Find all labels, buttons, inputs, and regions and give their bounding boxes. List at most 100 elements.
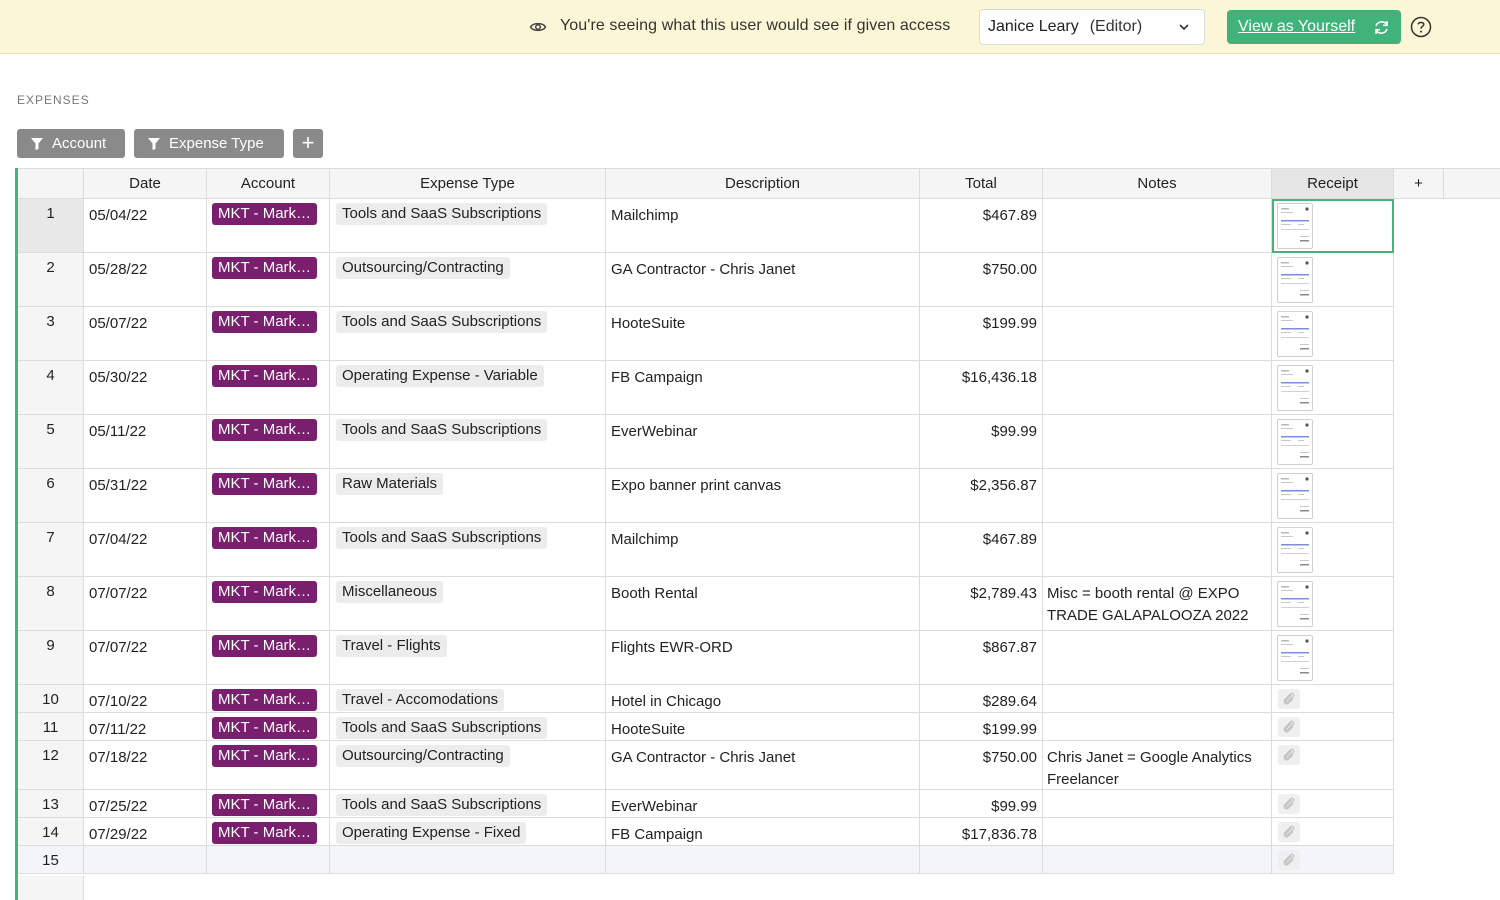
cell-account[interactable]: MKT - Mark…: [207, 199, 330, 253]
cell-expense-type[interactable]: [330, 846, 606, 874]
cell-total[interactable]: $99.99: [920, 790, 1043, 818]
help-icon[interactable]: [1410, 16, 1432, 38]
cell-notes[interactable]: [1043, 631, 1272, 685]
cell-notes[interactable]: [1043, 253, 1272, 307]
cell-date[interactable]: 05/30/22: [84, 361, 207, 415]
cell-receipt[interactable]: [1272, 415, 1394, 469]
cell-date[interactable]: 05/04/22: [84, 199, 207, 253]
cell-date[interactable]: 05/07/22: [84, 307, 207, 361]
cell-total[interactable]: [920, 846, 1043, 874]
paperclip-icon[interactable]: [1278, 794, 1300, 814]
cell-notes[interactable]: [1043, 199, 1272, 253]
cell-description[interactable]: Booth Rental: [606, 577, 920, 631]
cell-total[interactable]: $17,836.78: [920, 818, 1043, 846]
cell-total[interactable]: $750.00: [920, 741, 1043, 790]
cell-total[interactable]: $2,789.43: [920, 577, 1043, 631]
receipt-thumbnail[interactable]: [1277, 419, 1313, 465]
cell-account[interactable]: MKT - Mark…: [207, 307, 330, 361]
cell-receipt[interactable]: [1272, 199, 1394, 253]
cell-account[interactable]: MKT - Mark…: [207, 253, 330, 307]
cell-notes[interactable]: [1043, 846, 1272, 874]
table-row[interactable]: 6 05/31/22 MKT - Mark… Raw Materials Expo ba…: [18, 469, 1394, 523]
table-row[interactable]: 10 07/10/22 MKT - Mark… Travel - Accomodati…: [18, 685, 1394, 713]
cell-receipt[interactable]: [1272, 361, 1394, 415]
cell-account[interactable]: MKT - Mark…: [207, 415, 330, 469]
cell-description[interactable]: Hotel in Chicago: [606, 685, 920, 713]
cell-date[interactable]: 07/18/22: [84, 741, 207, 790]
cell-total[interactable]: $199.99: [920, 713, 1043, 741]
cell-account[interactable]: [207, 846, 330, 874]
cell-date[interactable]: 07/25/22: [84, 790, 207, 818]
table-row[interactable]: 9 07/07/22 MKT - Mark… Travel - Flights Flig…: [18, 631, 1394, 685]
cell-expense-type[interactable]: Operating Expense - Fixed: [330, 818, 606, 846]
cell-date[interactable]: 07/29/22: [84, 818, 207, 846]
table-row[interactable]: 7 07/04/22 MKT - Mark… Tools and SaaS Subsc…: [18, 523, 1394, 577]
paperclip-icon[interactable]: [1278, 822, 1300, 842]
cell-notes[interactable]: [1043, 469, 1272, 523]
cell-description[interactable]: EverWebinar: [606, 415, 920, 469]
cell-receipt[interactable]: [1272, 631, 1394, 685]
cell-account[interactable]: MKT - Mark…: [207, 818, 330, 846]
cell-account[interactable]: MKT - Mark…: [207, 685, 330, 713]
cell-notes[interactable]: [1043, 361, 1272, 415]
table-row[interactable]: 4 05/30/22 MKT - Mark… Operating Expense - …: [18, 361, 1394, 415]
cell-notes[interactable]: [1043, 818, 1272, 846]
cell-description[interactable]: [606, 846, 920, 874]
cell-total[interactable]: $99.99: [920, 415, 1043, 469]
col-header-account[interactable]: Account: [207, 168, 330, 199]
cell-date[interactable]: 07/10/22: [84, 685, 207, 713]
cell-account[interactable]: MKT - Mark…: [207, 523, 330, 577]
cell-expense-type[interactable]: Tools and SaaS Subscriptions: [330, 307, 606, 361]
cell-expense-type[interactable]: Travel - Flights: [330, 631, 606, 685]
cell-receipt[interactable]: [1272, 253, 1394, 307]
table-row[interactable]: 8 07/07/22 MKT - Mark… Miscellaneous Booth R…: [18, 577, 1394, 631]
cell-notes[interactable]: [1043, 307, 1272, 361]
paperclip-icon[interactable]: [1278, 689, 1300, 709]
receipt-thumbnail[interactable]: [1277, 257, 1313, 303]
filter-expense-type-button[interactable]: Expense Type: [134, 129, 284, 158]
paperclip-icon[interactable]: [1278, 850, 1300, 870]
cell-expense-type[interactable]: Miscellaneous: [330, 577, 606, 631]
table-row[interactable]: 2 05/28/22 MKT - Mark… Outsourcing/Contract…: [18, 253, 1394, 307]
cell-expense-type[interactable]: Raw Materials: [330, 469, 606, 523]
col-header-description[interactable]: Description: [606, 168, 920, 199]
cell-total[interactable]: $867.87: [920, 631, 1043, 685]
cell-date[interactable]: [84, 846, 207, 874]
cell-expense-type[interactable]: Operating Expense - Variable: [330, 361, 606, 415]
table-row[interactable]: 14 07/29/22 MKT - Mark… Operating Expense -…: [18, 818, 1394, 846]
table-row[interactable]: 1 05/04/22 MKT - Mark… Tools and SaaS Subsc…: [18, 199, 1394, 253]
cell-expense-type[interactable]: Tools and SaaS Subscriptions: [330, 199, 606, 253]
receipt-thumbnail[interactable]: [1277, 203, 1313, 249]
cell-account[interactable]: MKT - Mark…: [207, 469, 330, 523]
cell-total[interactable]: $750.00: [920, 253, 1043, 307]
cell-description[interactable]: HooteSuite: [606, 713, 920, 741]
filter-account-button[interactable]: Account: [17, 129, 125, 158]
cell-description[interactable]: HooteSuite: [606, 307, 920, 361]
cell-description[interactable]: Expo banner print canvas: [606, 469, 920, 523]
cell-date[interactable]: 05/11/22: [84, 415, 207, 469]
add-filter-button[interactable]: +: [293, 129, 323, 158]
cell-description[interactable]: EverWebinar: [606, 790, 920, 818]
table-row[interactable]: 15: [18, 846, 1394, 874]
cell-receipt[interactable]: [1272, 713, 1394, 741]
cell-account[interactable]: MKT - Mark…: [207, 361, 330, 415]
receipt-thumbnail[interactable]: [1277, 311, 1313, 357]
cell-expense-type[interactable]: Outsourcing/Contracting: [330, 741, 606, 790]
cell-description[interactable]: Mailchimp: [606, 199, 920, 253]
cell-expense-type[interactable]: Tools and SaaS Subscriptions: [330, 523, 606, 577]
receipt-thumbnail[interactable]: [1277, 635, 1313, 681]
col-header-receipt[interactable]: Receipt: [1272, 168, 1394, 199]
cell-notes[interactable]: [1043, 685, 1272, 713]
cell-description[interactable]: Flights EWR-ORD: [606, 631, 920, 685]
paperclip-icon[interactable]: [1278, 717, 1300, 737]
col-header-notes[interactable]: Notes: [1043, 168, 1272, 199]
cell-account[interactable]: MKT - Mark…: [207, 631, 330, 685]
cell-date[interactable]: 05/31/22: [84, 469, 207, 523]
cell-date[interactable]: 05/28/22: [84, 253, 207, 307]
cell-expense-type[interactable]: Travel - Accomodations: [330, 685, 606, 713]
cell-total[interactable]: $199.99: [920, 307, 1043, 361]
cell-total[interactable]: $467.89: [920, 523, 1043, 577]
cell-description[interactable]: FB Campaign: [606, 818, 920, 846]
cell-receipt[interactable]: [1272, 685, 1394, 713]
cell-expense-type[interactable]: Tools and SaaS Subscriptions: [330, 713, 606, 741]
